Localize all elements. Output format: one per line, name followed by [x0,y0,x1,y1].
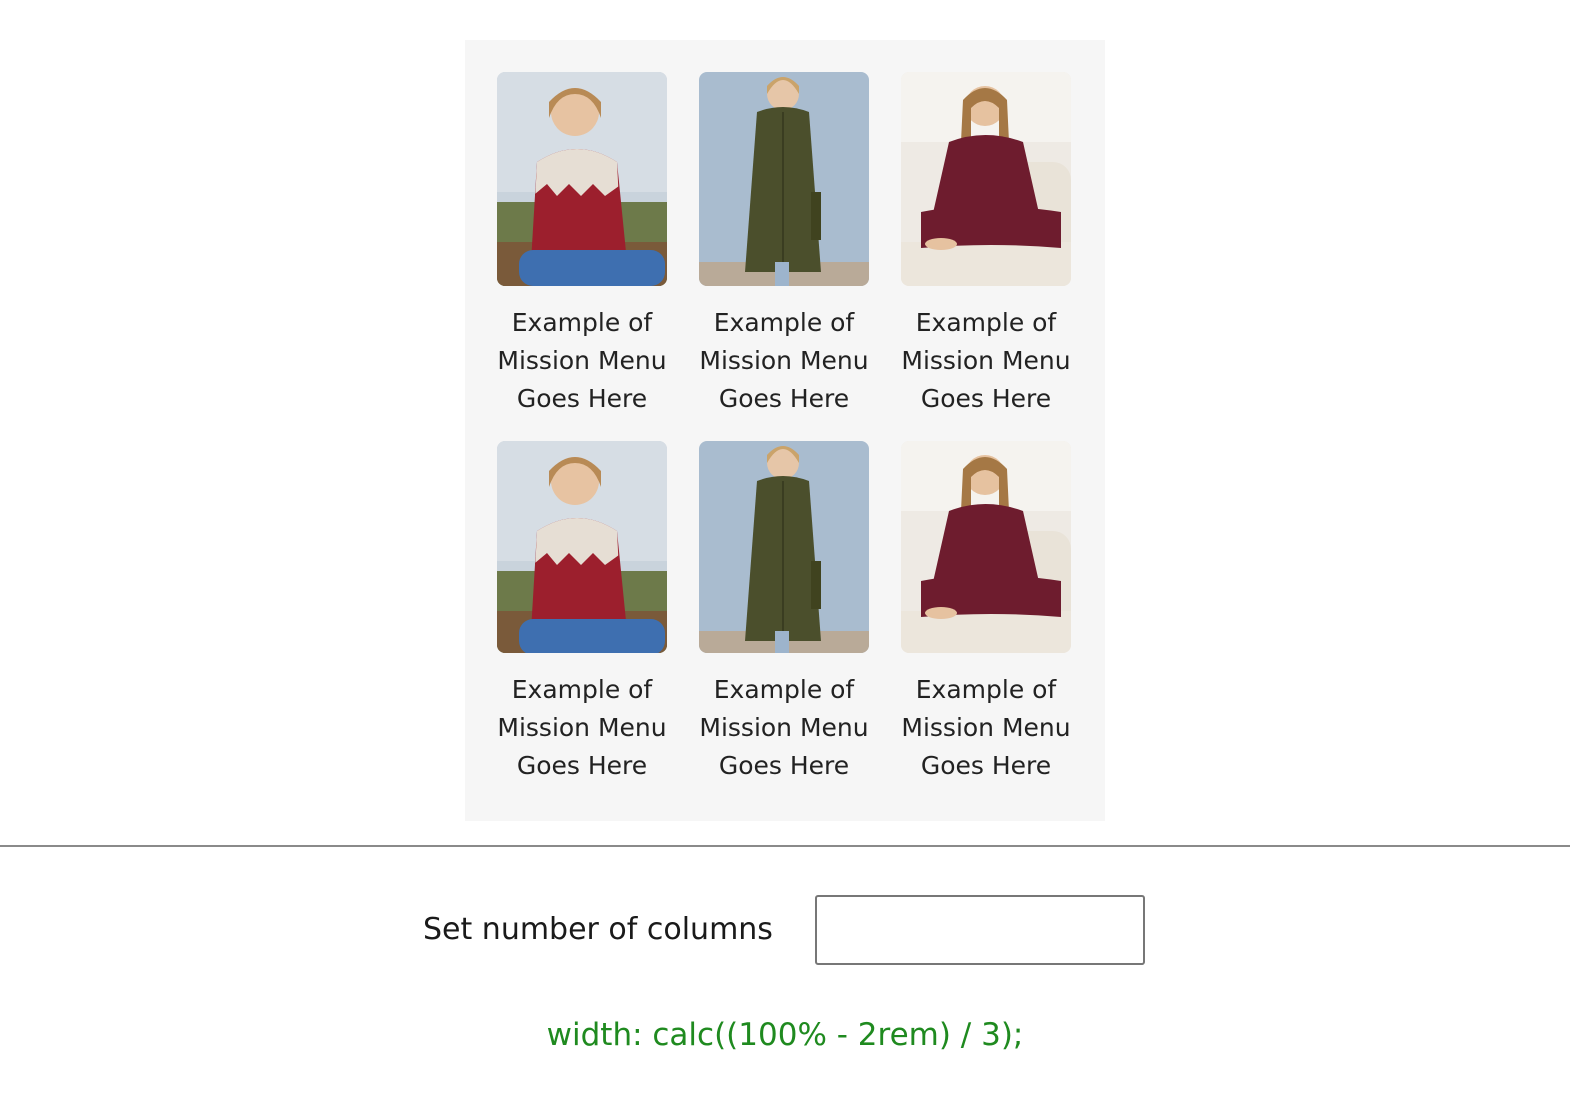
mission-menu-card[interactable]: Example of Mission Menu Goes Here [901,72,1071,418]
mission-menu-card[interactable]: Example of Mission Menu Goes Here [497,72,667,418]
mission-menu-card[interactable]: Example of Mission Menu Goes Here [901,441,1071,785]
mission-menu-card[interactable]: Example of Mission Menu Goes Here [497,441,667,785]
mission-menu-grid: Example of Mission Menu Goes Here Exampl… [465,40,1105,821]
woman-burgundy-loungewear-photo[interactable] [901,72,1071,286]
woman-olive-coat-photo[interactable] [699,72,869,286]
mission-menu-card[interactable]: Example of Mission Menu Goes Here [699,441,869,785]
card-caption: Example of Mission Menu Goes Here [497,675,667,780]
card-caption: Example of Mission Menu Goes Here [699,675,869,780]
columns-label: Set number of columns [423,912,773,947]
card-caption: Example of Mission Menu Goes Here [901,675,1071,780]
section-divider [0,845,1570,847]
mission-menu-card[interactable]: Example of Mission Menu Goes Here [699,72,869,418]
columns-input[interactable] [815,895,1145,965]
woman-olive-coat-photo[interactable] [699,441,869,653]
card-caption: Example of Mission Menu Goes Here [901,308,1071,413]
page: Example of Mission Menu Goes Here Exampl… [0,0,1570,1112]
card-caption: Example of Mission Menu Goes Here [497,308,667,413]
card-caption: Example of Mission Menu Goes Here [699,308,869,413]
css-width-output: width: calc((100% - 2rem) / 3); [546,1017,1024,1053]
woman-red-sweater-photo[interactable] [497,441,667,653]
woman-red-sweater-photo[interactable] [497,72,667,286]
woman-burgundy-loungewear-photo[interactable] [901,441,1071,653]
